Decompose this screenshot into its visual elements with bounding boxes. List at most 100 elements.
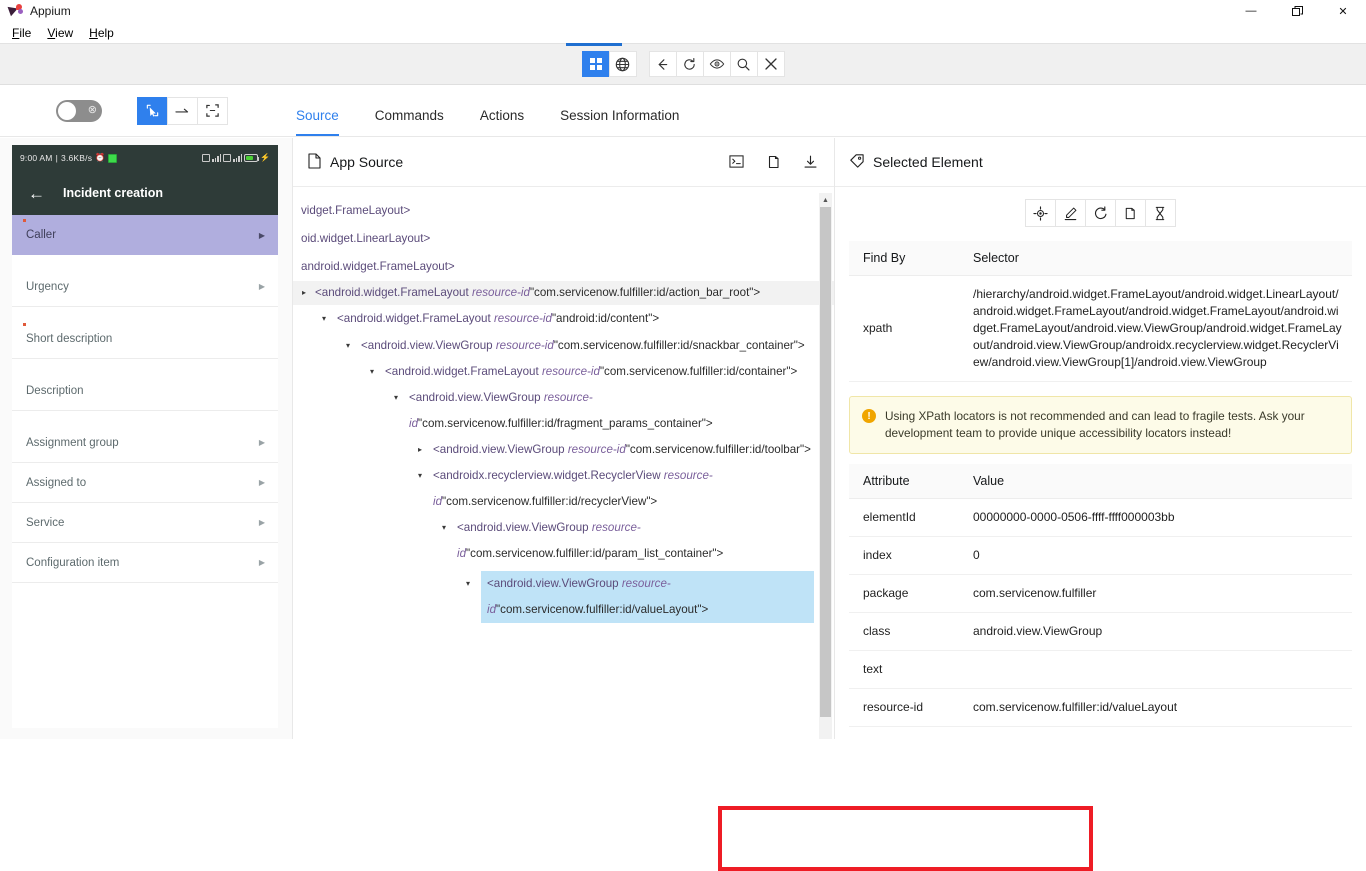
tree-node[interactable]: ▾ <android.widget.FrameLayout resource-i… (293, 305, 834, 333)
table-row[interactable]: elementId 00000000-0000-0506-ffff-ffff00… (849, 499, 1352, 537)
recorder-toggle[interactable]: ⊗ (56, 100, 102, 122)
cell-value[interactable]: com.servicenow.fulfiller:id/valueLayout (959, 689, 1352, 727)
tree-node-value: "com.servicenow.fulfiller:id/toolbar"> (626, 443, 811, 456)
menu-file[interactable]: File (10, 24, 39, 42)
window-title: Appium (30, 4, 71, 18)
refresh-button[interactable] (676, 51, 704, 77)
device-field-short-description[interactable]: Short description (12, 319, 278, 359)
table-row[interactable]: index 0 (849, 537, 1352, 575)
tree-node[interactable]: ▾ <androidx.recyclerview.widget.Recycler… (293, 463, 834, 515)
tree-node[interactable]: vidget.FrameLayout> (293, 197, 834, 225)
app-source-view-button[interactable] (582, 51, 610, 77)
cell-value[interactable]: com.servicenow.fulfiller (959, 575, 1352, 613)
cell-selector[interactable]: /hierarchy/android.widget.FrameLayout/an… (959, 276, 1352, 382)
cell-value[interactable]: android.view.ViewGroup (959, 613, 1352, 651)
tree-scrollbar[interactable]: ▲ (819, 193, 832, 739)
tab-session-information[interactable]: Session Information (560, 108, 679, 136)
tap-by-coordinates-mode[interactable] (197, 97, 228, 125)
column-find-by: Find By (849, 241, 959, 276)
chevron-expanded-icon[interactable]: ▾ (391, 385, 401, 411)
main-toolbar (0, 43, 1366, 85)
open-raw-source-button[interactable] (729, 154, 744, 170)
chevron-collapsed-icon[interactable]: ▸ (415, 437, 425, 463)
device-field-urgency[interactable]: Urgency ▶ (12, 267, 278, 307)
window-controls: — ✕ (1228, 0, 1366, 22)
device-field-service[interactable]: Service ▶ (12, 503, 278, 543)
tree-node-value: "com.servicenow.fulfiller:id/snackbar_co… (554, 339, 805, 352)
device-field-label: Assignment group (26, 437, 119, 449)
device-screenshot[interactable]: 9:00 AM | 3.6KB/s ⏰ ⚡ ← Incident crea (12, 145, 278, 728)
tab-source[interactable]: Source (296, 108, 339, 136)
chevron-collapsed-icon[interactable]: ▸ (299, 281, 309, 305)
device-field-caller[interactable]: Caller ▶ (12, 215, 278, 255)
chevron-right-icon: ▶ (259, 518, 265, 527)
device-back-icon[interactable]: ← (28, 185, 45, 202)
chevron-expanded-icon[interactable]: ▾ (319, 305, 329, 333)
cell-attribute: text (849, 651, 959, 689)
field-gap (12, 359, 278, 371)
menu-help[interactable]: Help (87, 24, 122, 42)
cell-value[interactable]: 0 (959, 537, 1352, 575)
table-row[interactable]: package com.servicenow.fulfiller (849, 575, 1352, 613)
device-field-assigned-to[interactable]: Assigned to ▶ (12, 463, 278, 503)
table-row[interactable]: xpath /hierarchy/android.widget.FrameLay… (849, 276, 1352, 382)
copy-attributes-button[interactable] (1115, 199, 1146, 227)
download-source-button[interactable] (803, 154, 818, 170)
source-tree[interactable]: vidget.FrameLayout> oid.widget.LinearLay… (293, 187, 834, 739)
chevron-expanded-icon[interactable]: ▾ (367, 359, 377, 385)
tree-node-text: oid.widget.LinearLayout> (301, 225, 814, 253)
device-field-configuration-item[interactable]: Configuration item ▶ (12, 543, 278, 583)
select-element-mode[interactable] (137, 97, 168, 125)
eye-button[interactable] (703, 51, 731, 77)
tab-actions[interactable]: Actions (480, 108, 524, 136)
cell-value[interactable]: 00000000-0000-0506-ffff-ffff000003bb (959, 499, 1352, 537)
search-button[interactable] (730, 51, 758, 77)
tree-node[interactable]: android.widget.FrameLayout> (293, 253, 834, 281)
tree-node[interactable]: ▾ <android.view.ViewGroup resource-id"co… (293, 333, 834, 359)
chevron-expanded-icon[interactable]: ▾ (415, 463, 425, 489)
cell-value[interactable] (959, 651, 1352, 689)
back-button[interactable] (649, 51, 677, 77)
chevron-expanded-icon[interactable]: ▾ (343, 333, 353, 359)
quit-session-button[interactable] (757, 51, 785, 77)
web-view-button[interactable] (609, 51, 637, 77)
tree-node[interactable]: ▾ <android.widget.FrameLayout resource-i… (293, 359, 834, 385)
minimize-button[interactable]: — (1228, 0, 1274, 22)
scroll-up-arrow-icon[interactable]: ▲ (819, 193, 832, 207)
field-gap (12, 255, 278, 267)
table-row[interactable]: resource-id com.servicenow.fulfiller:id/… (849, 689, 1352, 727)
device-field-description[interactable]: Description (12, 371, 278, 411)
tab-commands[interactable]: Commands (375, 108, 444, 136)
app-source-panel: App Source vidget.FrameLayout> oid.widge… (292, 138, 835, 739)
green-square-icon (108, 154, 117, 163)
device-field-assignment-group[interactable]: Assignment group ▶ (12, 423, 278, 463)
scrollbar-thumb[interactable] (820, 207, 831, 717)
table-row[interactable]: text (849, 651, 1352, 689)
tree-node-selected[interactable]: ▾ <android.view.ViewGroup resource-id"co… (293, 571, 834, 623)
cell-attribute: elementId (849, 499, 959, 537)
maximize-button[interactable] (1274, 0, 1320, 22)
tree-node[interactable]: ▾ <android.view.ViewGroup resource-id"co… (293, 385, 834, 437)
close-button[interactable]: ✕ (1320, 0, 1366, 22)
tree-node-value: "com.servicenow.fulfiller:id/action_bar_… (530, 286, 760, 299)
toolbar-view-group (582, 51, 637, 77)
selected-element-title-wrap: Selected Element (849, 153, 983, 172)
tree-node[interactable]: ▸ <android.widget.FrameLayout resource-i… (293, 281, 834, 305)
copy-source-button[interactable] (766, 154, 781, 170)
column-attribute: Attribute (849, 464, 959, 499)
tree-node[interactable]: ▾ <android.view.ViewGroup resource-id"co… (293, 515, 834, 567)
chevron-expanded-icon[interactable]: ▾ (463, 571, 473, 597)
tree-node[interactable]: oid.widget.LinearLayout> (293, 225, 834, 253)
tree-node[interactable]: ▸ <android.view.ViewGroup resource-id"co… (293, 437, 834, 463)
chevron-right-icon: ▶ (259, 438, 265, 447)
warning-icon: ! (862, 409, 876, 423)
send-keys-button[interactable] (1055, 199, 1086, 227)
cell-attribute: class (849, 613, 959, 651)
menu-view[interactable]: View (45, 24, 81, 42)
table-row[interactable]: class android.view.ViewGroup (849, 613, 1352, 651)
swipe-mode[interactable] (167, 97, 198, 125)
chevron-expanded-icon[interactable]: ▾ (439, 515, 449, 541)
clear-element-button[interactable] (1085, 199, 1116, 227)
tap-element-button[interactable] (1025, 199, 1056, 227)
get-timing-button[interactable] (1145, 199, 1176, 227)
